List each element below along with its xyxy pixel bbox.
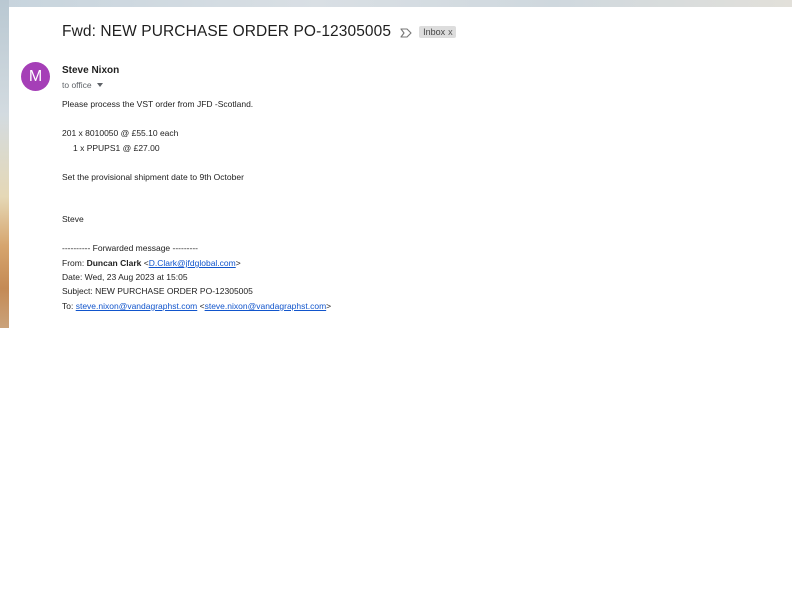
- body-line-4: Set the provisional shipment date to 9th…: [62, 172, 244, 182]
- forwarded-from: From: Duncan Clark <D.Clark@jfdglobal.co…: [62, 258, 241, 268]
- from-name: Duncan Clark: [86, 258, 142, 268]
- forwarded-header: ---------- Forwarded message ---------: [62, 243, 198, 253]
- importance-marker-icon[interactable]: [400, 26, 412, 38]
- body-line-1: Please process the VST order from JFD -S…: [62, 99, 254, 109]
- inbox-label-text: Inbox: [423, 27, 446, 37]
- to-label: To:: [62, 301, 76, 311]
- from-email-link[interactable]: D.Clark@jfdglobal.com: [149, 258, 236, 268]
- to-email-link[interactable]: steve.nixon@vandagraphst.com: [76, 301, 198, 311]
- body-line-3: 1 x PPUPS1 @ £27.00: [73, 143, 160, 153]
- remove-label-icon[interactable]: x: [448, 27, 453, 37]
- sender-name[interactable]: Steve Nixon: [62, 65, 119, 76]
- to-email-bracket-link[interactable]: steve.nixon@vandagraphst.com: [205, 301, 327, 311]
- forwarded-date: Date: Wed, 23 Aug 2023 at 15:05: [62, 272, 188, 282]
- forwarded-subject: Subject: NEW PURCHASE ORDER PO-12305005: [62, 286, 253, 296]
- forwarded-to: To: steve.nixon@vandagraphst.com <steve.…: [62, 301, 332, 311]
- body-line-2: 201 x 8010050 @ £55.10 each: [62, 128, 179, 138]
- recipient-details-toggle[interactable]: to office: [62, 80, 103, 90]
- from-label: From:: [62, 258, 87, 268]
- subject-row: Fwd: NEW PURCHASE ORDER PO-12305005 Inbo…: [62, 22, 456, 42]
- recipient-text: to office: [62, 80, 92, 90]
- signature: Steve: [62, 214, 84, 224]
- chevron-down-icon: [96, 83, 103, 87]
- inbox-label-chip[interactable]: Inbox x: [419, 26, 456, 38]
- avatar[interactable]: M: [21, 62, 50, 91]
- wallpaper-top-strip: [0, 0, 792, 7]
- email-subject: Fwd: NEW PURCHASE ORDER PO-12305005: [62, 23, 392, 40]
- wallpaper-left-strip: [0, 0, 9, 328]
